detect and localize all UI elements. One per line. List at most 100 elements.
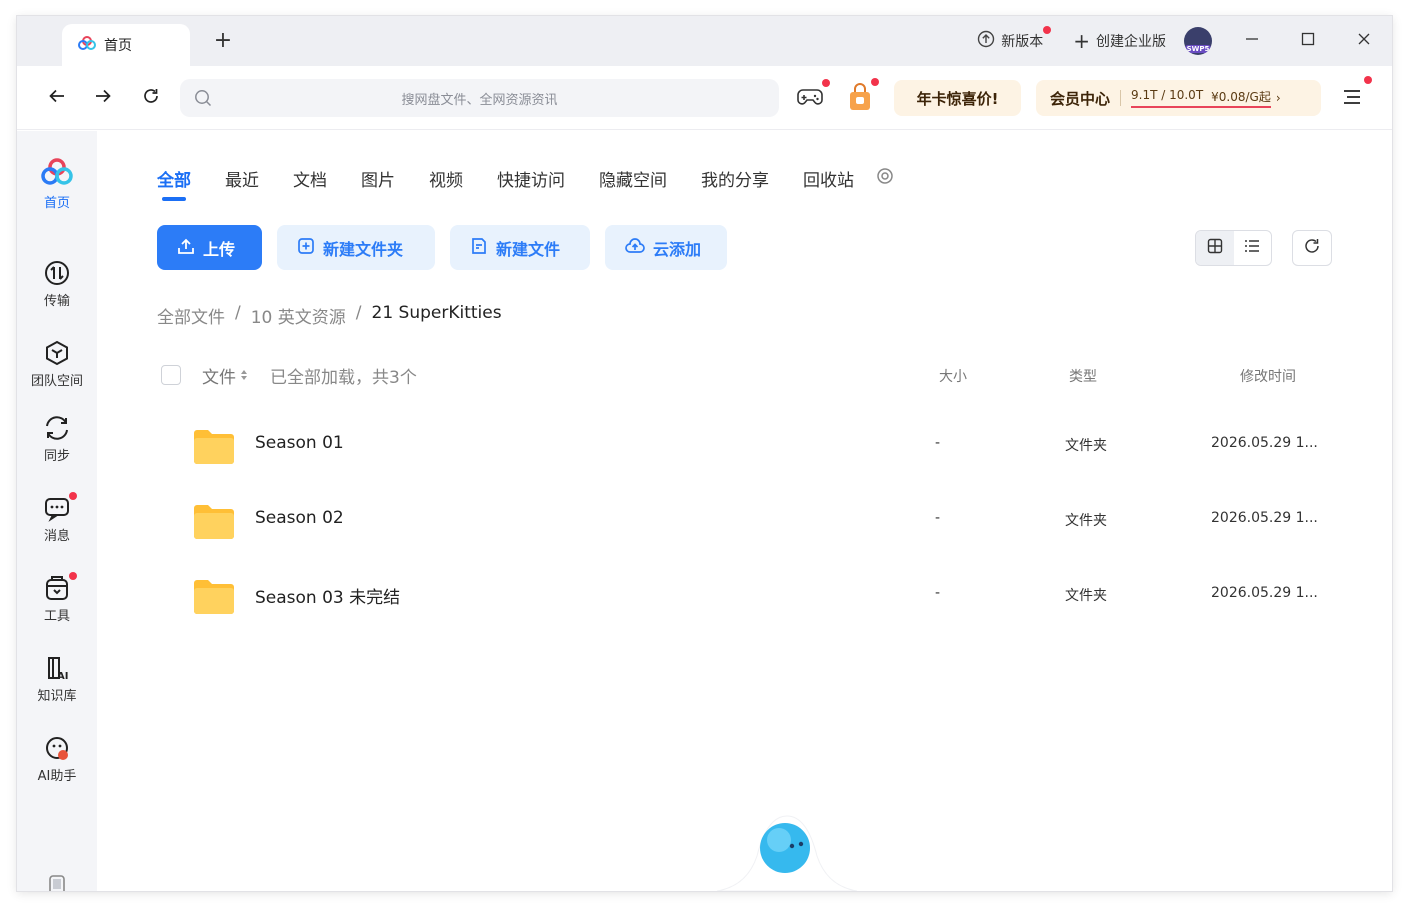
transfer-icon [43, 259, 71, 287]
tab-hidden-space[interactable]: 隐藏空间 [599, 166, 667, 197]
folder-icon [192, 502, 236, 545]
cloud-add-label: 云添加 [653, 239, 702, 259]
game-center-button[interactable] [796, 79, 830, 112]
tab-home[interactable]: 首页 [62, 24, 190, 66]
sidebar-item-ai-assistant[interactable]: AI助手 [17, 734, 97, 784]
gamepad-icon [796, 89, 824, 112]
maximize-button[interactable] [1280, 16, 1336, 66]
file-name[interactable]: Season 03 未完结 [255, 583, 400, 608]
vip-center-button[interactable]: 会员中心 9.1T / 10.0T ¥0.08/G起 › [1036, 80, 1321, 116]
new-file-button[interactable]: 新建文件 [450, 225, 590, 270]
file-type: 文件夹 [1065, 588, 1107, 604]
table-row[interactable]: Season 01 - 文件夹 2026.05.29 1... [157, 415, 1337, 475]
knowledge-ai-icon: AI [43, 654, 71, 682]
file-edit-icon [470, 237, 488, 259]
maximize-icon [1301, 32, 1315, 50]
baidu-cloud-logo-icon [78, 36, 96, 54]
sidebar-item-label: 传输 [43, 294, 70, 309]
file-type: 文件夹 [1065, 438, 1107, 454]
load-summary: 已全部加载，共3个 [270, 368, 417, 388]
column-size[interactable]: 大小 [939, 366, 967, 386]
search-bar[interactable]: 搜网盘文件、全网资源资讯 [180, 79, 779, 117]
sidebar-item-label: 消息 [43, 529, 70, 544]
toolbox-icon [43, 572, 77, 602]
sidebar-item-messages[interactable]: 消息 [17, 492, 97, 544]
sidebar-item-knowledge-base[interactable]: AI 知识库 [17, 654, 97, 704]
cloud-add-button[interactable]: 云添加 [605, 225, 727, 270]
avatar[interactable]: SWP5 [1184, 27, 1212, 55]
create-enterprise-button[interactable]: + 创建企业版 [1073, 31, 1166, 51]
ai-assistant-icon [43, 734, 71, 762]
tab-recent[interactable]: 最近 [225, 166, 259, 197]
sidebar-item-transfer[interactable]: 传输 [17, 259, 97, 309]
select-all-checkbox[interactable] [161, 365, 181, 385]
baidu-cloud-logo-icon [39, 157, 75, 189]
tab-quick-access[interactable]: 快捷访问 [497, 166, 565, 197]
column-type[interactable]: 类型 [1069, 366, 1097, 386]
table-row[interactable]: Season 02 - 文件夹 2026.05.29 1... [157, 490, 1337, 550]
tab-all[interactable]: 全部 [157, 166, 191, 201]
annual-promo-button[interactable]: 年卡惊喜价! [894, 80, 1021, 116]
column-file-sort[interactable]: 文件 [202, 363, 248, 388]
back-button[interactable] [43, 84, 71, 112]
upload-icon [177, 237, 195, 259]
file-modified-time: 2026.05.29 1... [1211, 435, 1318, 451]
tab-label: 首页 [104, 38, 132, 54]
sidebar-item-team-space[interactable]: 团队空间 [17, 339, 97, 389]
table-row[interactable]: Season 03 未完结 - 文件夹 2026.05.29 1... [157, 565, 1337, 625]
notification-dot [1364, 76, 1372, 84]
avatar-badge: SWP5 [1184, 45, 1212, 53]
grid-view-button[interactable] [1196, 231, 1234, 265]
upload-button[interactable]: 上传 [157, 225, 262, 270]
sidebar-item-sync[interactable]: 同步 [17, 414, 97, 464]
reload-button[interactable] [137, 84, 165, 112]
upgrade-icon [977, 30, 995, 52]
sidebar-item-home[interactable]: 首页 [17, 157, 97, 211]
tab-documents[interactable]: 文档 [293, 166, 327, 197]
new-tab-button[interactable]: + [211, 28, 235, 53]
tab-settings-icon[interactable] [876, 167, 894, 196]
list-view-button[interactable] [1234, 231, 1272, 265]
sidebar-item-tools[interactable]: 工具 [17, 572, 97, 624]
file-list-header: 文件 已全部加载，共3个 大小 类型 修改时间 [161, 363, 1341, 393]
folder-icon [192, 427, 236, 470]
arrow-left-icon [48, 87, 66, 109]
file-size: - [935, 510, 941, 526]
breadcrumb-separator: / [235, 303, 241, 323]
search-input[interactable]: 搜网盘文件、全网资源资讯 [180, 89, 779, 108]
minimize-button[interactable] [1224, 16, 1280, 66]
sidebar-item-label: 知识库 [37, 689, 77, 704]
breadcrumb-level1[interactable]: 10 英文资源 [251, 303, 346, 328]
breadcrumb-current: 21 SuperKitties [371, 303, 502, 323]
new-version-button[interactable]: 新版本 [977, 26, 1052, 52]
cube-icon [43, 339, 71, 367]
sidebar-item-label: 工具 [43, 609, 70, 624]
notification-dot [69, 572, 77, 580]
folder-plus-icon [297, 237, 315, 259]
chevron-right-icon: › [1275, 91, 1281, 105]
tab-videos[interactable]: 视频 [429, 166, 463, 197]
sidebar-item-label: 首页 [43, 196, 70, 211]
file-type: 文件夹 [1065, 513, 1107, 529]
forward-button[interactable] [89, 84, 117, 112]
view-toggle [1195, 230, 1272, 266]
file-name[interactable]: Season 02 [255, 508, 344, 528]
mobile-device-button[interactable] [48, 875, 66, 891]
tab-images[interactable]: 图片 [361, 166, 395, 197]
promo-label: 年卡惊喜价! [916, 89, 999, 108]
breadcrumb-root[interactable]: 全部文件 [157, 303, 225, 328]
sidebar: 首页 传输 团队空间 同步 消息 工具 AI 知识库 AI助手 [17, 131, 97, 891]
tab-my-shares[interactable]: 我的分享 [701, 166, 769, 197]
file-name[interactable]: Season 01 [255, 433, 344, 453]
refresh-button[interactable] [1292, 230, 1332, 266]
gift-button[interactable] [847, 78, 879, 112]
tab-recycle-bin[interactable]: 回收站 [803, 166, 854, 197]
notification-dot [69, 492, 77, 500]
new-folder-button[interactable]: 新建文件夹 [277, 225, 435, 270]
menu-button[interactable] [1342, 76, 1372, 108]
close-button[interactable] [1336, 16, 1392, 66]
floating-assistant-button[interactable] [716, 796, 858, 891]
column-modified-time[interactable]: 修改时间 [1240, 366, 1296, 386]
arrow-right-icon [94, 87, 112, 109]
gift-bag-icon [847, 83, 873, 116]
